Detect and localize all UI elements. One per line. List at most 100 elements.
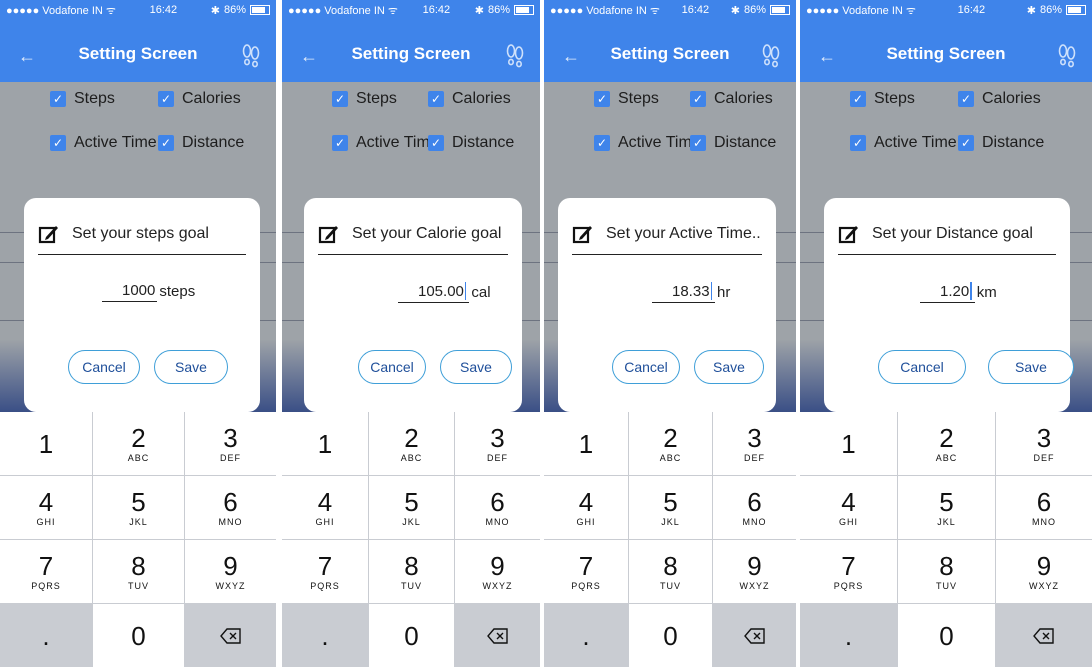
key-8[interactable]: 8 TUV [93,540,184,603]
value-field[interactable]: 18.33 [652,282,716,303]
goal-value-input[interactable]: 1.20 km [920,282,997,303]
key-8[interactable]: 8 TUV [898,540,995,603]
key-digit: 6 [223,486,238,517]
checkbox-distance[interactable]: ✓ Distance [690,134,776,152]
key-dot[interactable]: . [544,604,628,667]
checkbox-active-time[interactable]: ✓ Active Time [850,134,957,152]
page-title: Setting Screen [610,44,730,63]
key-6[interactable]: 6 MNO [996,476,1092,539]
key-9[interactable]: 9 WXYZ [713,540,796,603]
key-7[interactable]: 7 PQRS [800,540,897,603]
key-3[interactable]: 3 DEF [996,412,1092,475]
value-field[interactable]: 1.20 [920,282,975,303]
checkbox-steps[interactable]: ✓ Steps [50,90,115,108]
goal-value-input[interactable]: 105.00 cal [398,282,491,303]
key-7[interactable]: 7 PQRS [282,540,368,603]
save-button[interactable]: Save [440,350,512,384]
checkbox-active-time[interactable]: ✓ Active Time [594,134,701,152]
checkbox-calories[interactable]: ✓ Calories [690,90,773,108]
value-field[interactable]: 1000 [102,282,158,302]
key-2[interactable]: 2 ABC [898,412,995,475]
checkbox-distance[interactable]: ✓ Distance [958,134,1044,152]
checkbox-label: Calories [714,90,773,107]
key-0[interactable]: 0 [93,604,184,667]
key-2[interactable]: 2 ABC [629,412,712,475]
key-5[interactable]: 5 JKL [93,476,184,539]
delete-key[interactable] [996,604,1092,667]
key-0[interactable]: 0 [369,604,454,667]
cancel-button[interactable]: Cancel [68,350,140,384]
checkbox-calories[interactable]: ✓ Calories [958,90,1041,108]
cancel-button[interactable]: Cancel [358,350,426,384]
key-7[interactable]: 7 PQRS [0,540,92,603]
cancel-button[interactable]: Cancel [878,350,966,384]
checkbox-distance[interactable]: ✓ Distance [158,134,244,152]
checkbox-steps[interactable]: ✓ Steps [850,90,915,108]
footprints-icon[interactable] [1056,42,1078,68]
save-button[interactable]: Save [988,350,1074,384]
checkbox-steps[interactable]: ✓ Steps [332,90,397,108]
key-8[interactable]: 8 TUV [629,540,712,603]
carrier-label: ●●●●● Vodafone IN ᯤ [288,4,398,17]
footprints-icon[interactable] [240,42,262,68]
checkbox-calories[interactable]: ✓ Calories [158,90,241,108]
checkbox-calories[interactable]: ✓ Calories [428,90,511,108]
value-field[interactable]: 105.00 [398,282,470,303]
checkbox-active-time[interactable]: ✓ Active Time [332,134,439,152]
key-9[interactable]: 9 WXYZ [455,540,540,603]
key-dot[interactable]: . [282,604,368,667]
key-2[interactable]: 2 ABC [369,412,454,475]
key-3[interactable]: 3 DEF [713,412,796,475]
key-0[interactable]: 0 [898,604,995,667]
key-dot[interactable]: . [800,604,897,667]
nav-bar: ← Setting Screen [0,20,276,82]
checkbox-steps[interactable]: ✓ Steps [594,90,659,108]
key-digit: 5 [131,486,146,517]
phone-screen: ●●●●● Vodafone IN ᯤ 16:42 ✱ 86% ← Setting Scr… [282,0,540,667]
key-4[interactable]: 4 GHI [0,476,92,539]
delete-key[interactable] [713,604,796,667]
text-cursor [970,282,972,300]
status-bar: ●●●●● Vodafone IN ᯤ 16:42 ✱ 86% [800,0,1092,20]
key-1[interactable]: 1 [800,412,897,475]
key-8[interactable]: 8 TUV [369,540,454,603]
key-letters: PQRS [31,580,61,591]
key-4[interactable]: 4 GHI [282,476,368,539]
key-letters: WXYZ [1029,580,1059,591]
save-button[interactable]: Save [694,350,764,384]
key-3[interactable]: 3 DEF [185,412,276,475]
key-1[interactable]: 1 [0,412,92,475]
checkbox-active-time[interactable]: ✓ Active Time [50,134,157,152]
delete-key[interactable] [185,604,276,667]
status-left: ●●●●● Vodafone IN ᯤ [806,3,916,18]
save-button[interactable]: Save [154,350,228,384]
key-4[interactable]: 4 GHI [544,476,628,539]
key-dot[interactable]: . [0,604,92,667]
delete-key[interactable] [455,604,540,667]
key-6[interactable]: 6 MNO [713,476,796,539]
key-5[interactable]: 5 JKL [898,476,995,539]
key-5[interactable]: 5 JKL [369,476,454,539]
key-digit: 3 [747,422,762,453]
footprints-icon[interactable] [760,42,782,68]
key-2[interactable]: 2 ABC [93,412,184,475]
key-6[interactable]: 6 MNO [455,476,540,539]
key-5[interactable]: 5 JKL [629,476,712,539]
goal-value-input[interactable]: 1000 steps [102,282,195,302]
page-title: Setting Screen [351,44,471,63]
key-1[interactable]: 1 [282,412,368,475]
key-3[interactable]: 3 DEF [455,412,540,475]
screenshot-strip: ●●●●● Vodafone IN ᯤ 16:42 ✱ 86% ← Setting Scr… [0,0,1092,667]
cancel-button[interactable]: Cancel [612,350,680,384]
key-7[interactable]: 7 PQRS [544,540,628,603]
key-4[interactable]: 4 GHI [800,476,897,539]
goal-dialog: Set your Active Time... 18.33 hr Cancel Save [558,198,776,412]
key-6[interactable]: 6 MNO [185,476,276,539]
key-9[interactable]: 9 WXYZ [996,540,1092,603]
goal-value-input[interactable]: 18.33 hr [652,282,730,303]
checkbox-distance[interactable]: ✓ Distance [428,134,514,152]
key-1[interactable]: 1 [544,412,628,475]
key-0[interactable]: 0 [629,604,712,667]
key-9[interactable]: 9 WXYZ [185,540,276,603]
footprints-icon[interactable] [504,42,526,68]
